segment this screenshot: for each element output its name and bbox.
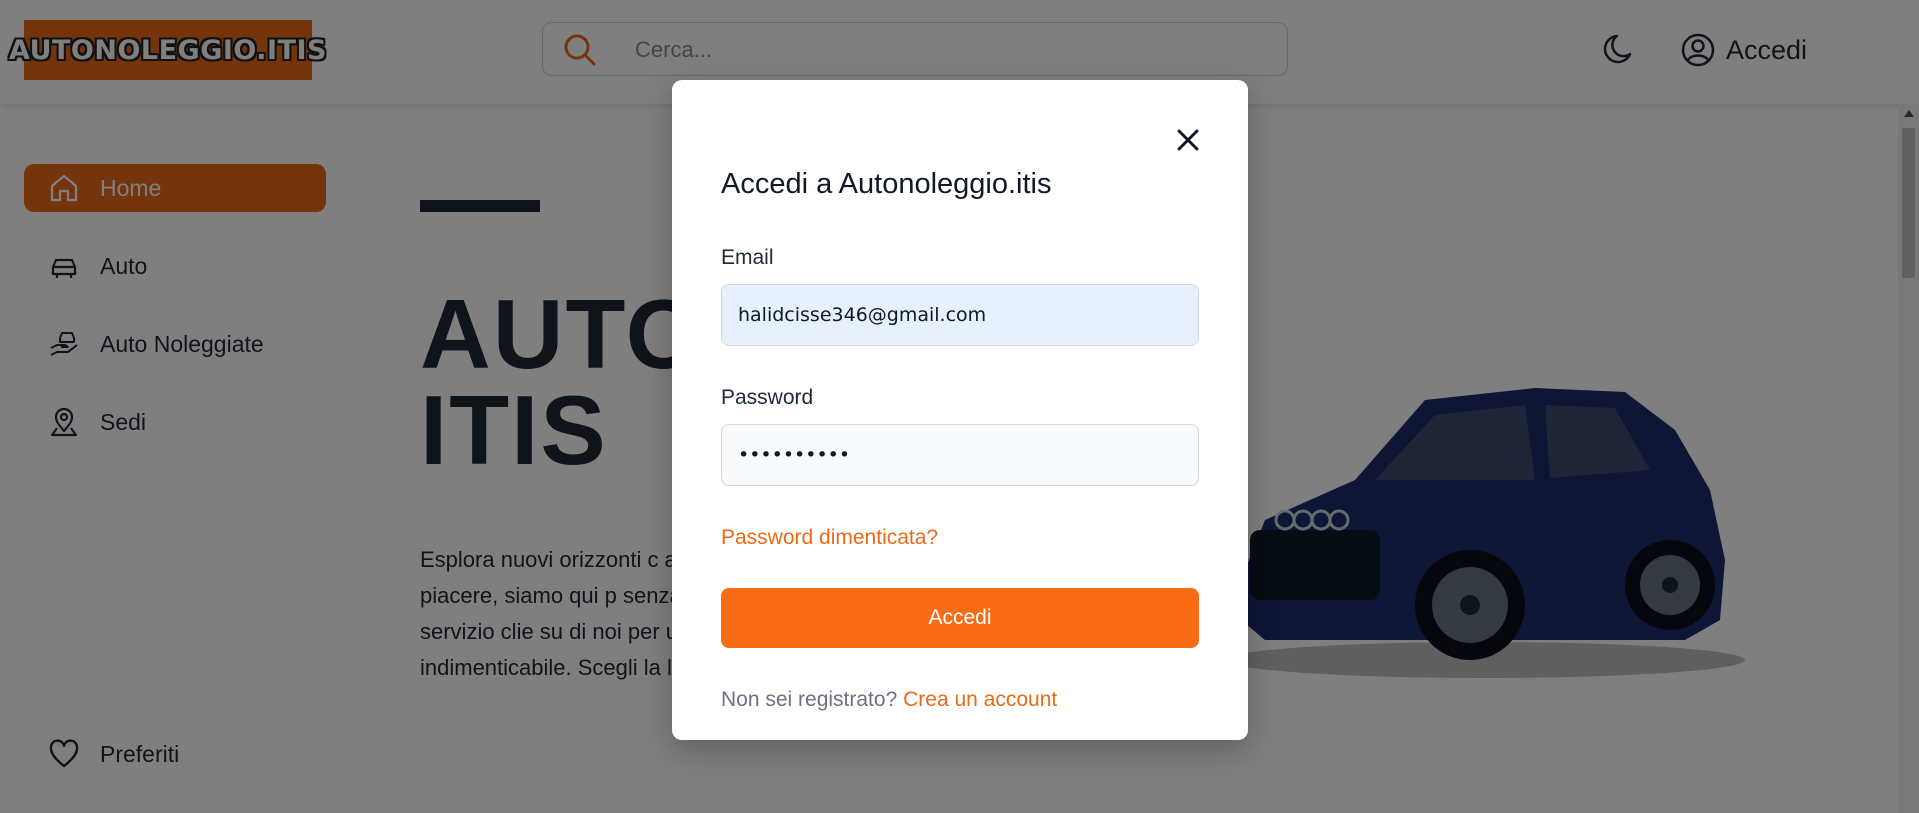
login-modal: Accedi a Autonoleggio.itis Email Passwor… <box>672 80 1248 740</box>
password-label: Password <box>721 386 814 409</box>
email-field[interactable] <box>721 284 1199 346</box>
register-prompt: Non sei registrato? Crea un account <box>721 688 1057 712</box>
register-text: Non sei registrato? <box>721 688 898 711</box>
forgot-password-link[interactable]: Password dimenticata? <box>721 526 938 550</box>
email-label: Email <box>721 246 774 269</box>
close-icon[interactable] <box>1168 120 1208 160</box>
create-account-link[interactable]: Crea un account <box>903 688 1057 711</box>
password-field[interactable] <box>721 424 1199 486</box>
modal-title: Accedi a Autonoleggio.itis <box>721 168 1052 200</box>
submit-login-button[interactable]: Accedi <box>721 588 1199 648</box>
